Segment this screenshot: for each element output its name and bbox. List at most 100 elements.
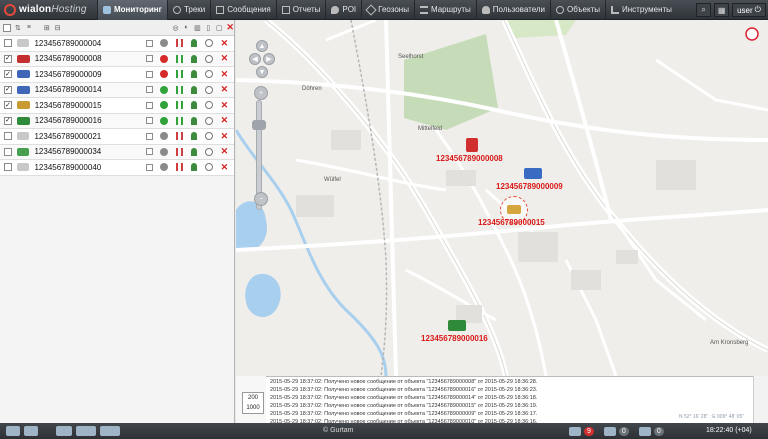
panels-icon[interactable] — [6, 426, 20, 436]
pan-right-button[interactable]: ▶ — [263, 53, 275, 65]
unit-row[interactable]: ✓ 123456789000014 ✕ — [0, 82, 234, 98]
tab-monitoring[interactable]: Мониторинг — [97, 0, 167, 20]
unit-name[interactable]: 123456789000016 — [35, 116, 144, 125]
unit-row[interactable]: 123456789000004 ✕ — [0, 36, 234, 52]
zoom-slider-thumb[interactable] — [252, 120, 266, 130]
command-cell[interactable] — [204, 146, 215, 158]
delete-unit-icon[interactable]: ✕ — [219, 161, 230, 173]
locate-cell[interactable] — [144, 99, 155, 111]
unit-name[interactable]: 123456789000040 — [34, 163, 143, 172]
unit-name[interactable]: 123456789000034 — [34, 147, 143, 156]
command-cell[interactable] — [204, 68, 215, 80]
track-icon[interactable] — [191, 70, 198, 79]
track-icon[interactable] — [191, 39, 198, 48]
locate-checkbox-icon[interactable] — [145, 117, 153, 125]
unit-marker-truck-red[interactable] — [466, 138, 478, 152]
track-cell[interactable] — [189, 68, 200, 80]
unit-checkbox[interactable]: ✓ — [4, 85, 12, 94]
user-menu-button[interactable]: user ⏻ — [732, 3, 766, 17]
command-icon[interactable] — [205, 39, 214, 48]
command-icon[interactable] — [205, 163, 214, 172]
list-icon[interactable]: ≡ — [25, 23, 33, 33]
grid-icon[interactable] — [24, 426, 38, 436]
command-cell[interactable] — [204, 99, 215, 111]
pan-left-button[interactable]: ◀ — [249, 53, 261, 65]
locate-cell[interactable] — [144, 53, 155, 65]
delete-unit-icon[interactable]: ✕ — [219, 84, 230, 96]
unit-marker-truck-green[interactable] — [448, 320, 466, 331]
mail-icon[interactable] — [569, 426, 581, 436]
track-icon[interactable] — [191, 85, 198, 94]
delete-unit-icon[interactable]: ✕ — [219, 130, 230, 142]
tab-units[interactable]: Объекты — [550, 0, 605, 20]
track-cell[interactable] — [189, 146, 200, 158]
unit-name[interactable]: 123456789000009 — [35, 70, 144, 79]
tab-users[interactable]: Пользователи — [475, 0, 550, 20]
locate-checkbox-icon[interactable] — [145, 132, 153, 140]
locate-cell[interactable] — [144, 115, 155, 127]
unit-checkbox[interactable]: ✓ — [4, 116, 12, 125]
zoom-out-button[interactable]: − — [254, 192, 268, 206]
command-icon[interactable] — [205, 85, 214, 94]
track-cell[interactable] — [189, 53, 200, 65]
vehicle-group-2-icon[interactable] — [100, 426, 120, 436]
unit-row[interactable]: 123456789000040 ✕ — [0, 160, 234, 176]
log-scrollbar[interactable] — [753, 376, 768, 423]
unit-name[interactable]: 123456789000015 — [35, 101, 144, 110]
unit-label-9[interactable]: 123456789000009 — [496, 182, 563, 191]
command-cell[interactable] — [204, 53, 215, 65]
track-icon[interactable] — [191, 116, 198, 125]
unit-label-16[interactable]: 123456789000016 — [421, 334, 488, 343]
tab-geofences[interactable]: Геозоны — [361, 0, 414, 20]
delete-unit-icon[interactable]: ✕ — [219, 146, 230, 158]
track-cell[interactable] — [189, 161, 200, 173]
track-cell[interactable] — [189, 115, 200, 127]
track-cell[interactable] — [189, 37, 200, 49]
track-cell[interactable] — [189, 99, 200, 111]
command-cell[interactable] — [204, 161, 215, 173]
delete-unit-icon[interactable]: ✕ — [219, 53, 230, 65]
tab-routes[interactable]: Маршруты — [413, 0, 476, 20]
notification-count-badge[interactable]: 9 — [584, 426, 594, 436]
unit-checkbox[interactable] — [4, 147, 12, 156]
map-view[interactable]: Seelhorst Döhren Mittelfeld Wülfel Am Kr… — [236, 20, 768, 376]
unit-row[interactable]: 123456789000021 ✕ — [0, 129, 234, 145]
tab-tracks[interactable]: Треки — [166, 0, 210, 20]
delete-unit-icon[interactable]: ✕ — [219, 37, 230, 49]
track-icon[interactable] — [191, 163, 198, 172]
unit-name[interactable]: 123456789000014 — [35, 85, 144, 94]
locate-checkbox-icon[interactable] — [145, 86, 153, 94]
tab-tools[interactable]: Инструменты — [605, 0, 677, 20]
apps-button[interactable]: ▦ — [714, 3, 730, 17]
unit-label-8[interactable]: 123456789000008 — [436, 154, 503, 163]
delete-unit-icon[interactable]: ✕ — [219, 68, 230, 80]
command-icon[interactable] — [205, 132, 214, 141]
header-motion-icon[interactable]: ◐ — [183, 23, 191, 33]
unit-checkbox[interactable] — [4, 132, 12, 141]
unit-marker-van-yellow[interactable] — [507, 205, 521, 214]
pan-up-button[interactable]: ▲ — [256, 40, 268, 52]
unit-checkbox[interactable]: ✓ — [4, 101, 12, 110]
unit-checkbox[interactable]: ✓ — [4, 54, 12, 63]
delete-unit-icon[interactable]: ✕ — [219, 115, 230, 127]
checkbox[interactable] — [3, 23, 11, 32]
unit-checkbox[interactable] — [4, 163, 12, 172]
command-icon[interactable] — [205, 54, 214, 63]
locate-checkbox-icon[interactable] — [145, 101, 153, 109]
command-cell[interactable] — [204, 130, 215, 142]
pan-down-button[interactable]: ▼ — [256, 66, 268, 78]
command-icon[interactable] — [205, 116, 214, 125]
locate-cell[interactable] — [144, 37, 155, 49]
command-cell[interactable] — [204, 84, 215, 96]
tab-poi[interactable]: POI — [325, 0, 361, 20]
locate-checkbox-icon[interactable] — [145, 70, 153, 78]
delete-unit-icon[interactable]: ✕ — [219, 99, 230, 111]
command-icon[interactable] — [205, 101, 214, 110]
add-units-icon[interactable]: ⊞ — [43, 23, 51, 33]
vehicle-group-icon[interactable] — [76, 426, 96, 436]
command-icon[interactable] — [205, 147, 214, 156]
track-icon[interactable] — [191, 54, 198, 63]
unit-row[interactable]: 123456789000034 ✕ — [0, 144, 234, 160]
command-cell[interactable] — [204, 115, 215, 127]
track-icon[interactable] — [191, 147, 198, 156]
